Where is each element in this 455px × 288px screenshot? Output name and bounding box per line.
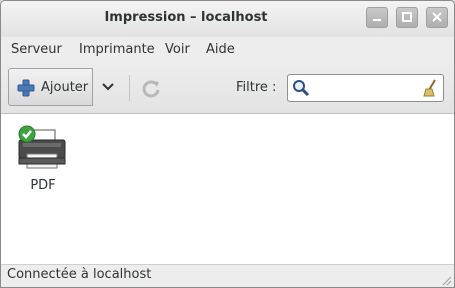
maximize-icon	[402, 12, 412, 22]
toolbar: Ajouter Filtre :	[1, 63, 454, 114]
menu-voir[interactable]: Voir	[165, 42, 190, 57]
maximize-button[interactable]	[396, 7, 418, 28]
printer-item-pdf[interactable]: PDF	[11, 124, 75, 196]
plus-icon	[17, 79, 35, 97]
toolbar-separator	[129, 75, 130, 101]
menu-bar: Serveur Imprimante Voir Aide	[1, 37, 454, 63]
refresh-icon[interactable]	[140, 78, 162, 100]
filter-input[interactable]	[287, 74, 444, 102]
menu-serveur[interactable]: Serveur	[11, 42, 62, 57]
minimize-button[interactable]	[366, 7, 388, 28]
status-text: Connectée à localhost	[7, 267, 152, 282]
title-bar[interactable]: Impression – localhost	[1, 1, 454, 37]
window-title: Impression – localhost	[104, 10, 268, 25]
close-icon	[432, 12, 442, 22]
printer-list: PDF	[1, 114, 454, 264]
add-printer-button[interactable]: Ajouter	[8, 68, 93, 106]
menu-imprimante[interactable]: Imprimante	[79, 42, 155, 57]
clear-icon[interactable]	[421, 78, 439, 98]
minimize-icon	[373, 19, 381, 21]
printer-name: PDF	[30, 178, 56, 193]
chevron-down-icon	[102, 83, 114, 91]
filter-label: Filtre :	[236, 80, 277, 95]
add-dropdown-button[interactable]	[94, 68, 122, 106]
resize-grip-icon[interactable]	[440, 274, 452, 286]
search-icon	[293, 80, 310, 97]
add-button-label: Ajouter	[41, 80, 89, 95]
printer-icon	[18, 125, 66, 169]
close-button[interactable]	[426, 7, 448, 28]
print-settings-window: Impression – localhost Serveur Imprimant…	[0, 0, 455, 288]
status-bar: Connectée à localhost	[1, 264, 454, 287]
menu-aide[interactable]: Aide	[206, 42, 235, 57]
